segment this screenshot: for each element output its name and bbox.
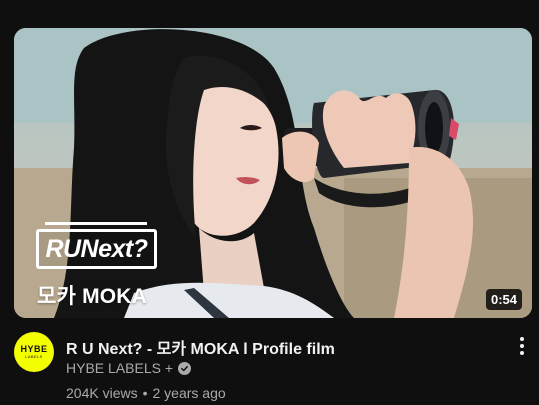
video-stats: 204K views • 2 years ago	[66, 385, 226, 401]
more-vert-icon[interactable]	[512, 336, 532, 356]
check-circle-icon	[178, 361, 192, 375]
channel-row: HYBE LABELS +	[66, 360, 192, 376]
kebab-dot	[520, 337, 524, 341]
upload-age: 2 years ago	[152, 385, 226, 401]
kebab-dot	[520, 351, 524, 355]
kebab-dot	[520, 344, 524, 348]
thumbnail-caption: 모카 MOKA	[37, 285, 148, 308]
video-thumbnail[interactable]: RUNext? 모카 MOKA 0:54	[14, 28, 532, 318]
separator-dot: •	[142, 385, 148, 401]
thumbnail-image	[14, 28, 532, 318]
video-title[interactable]: R U Next? - 모카 MOKA l Profile film	[66, 335, 496, 359]
channel-avatar[interactable]: HYBE LABELS	[14, 332, 54, 372]
avatar-brand-text: HYBE	[20, 343, 48, 354]
video-card[interactable]: RUNext? 모카 MOKA 0:54 HYBE LABELS R U Nex…	[0, 0, 539, 405]
runext-logo: RUNext?	[36, 222, 157, 269]
avatar-sub-text: LABELS	[25, 353, 43, 359]
duration-badge: 0:54	[485, 289, 522, 310]
view-count: 204K views	[66, 385, 138, 401]
channel-name[interactable]: HYBE LABELS +	[66, 360, 173, 376]
